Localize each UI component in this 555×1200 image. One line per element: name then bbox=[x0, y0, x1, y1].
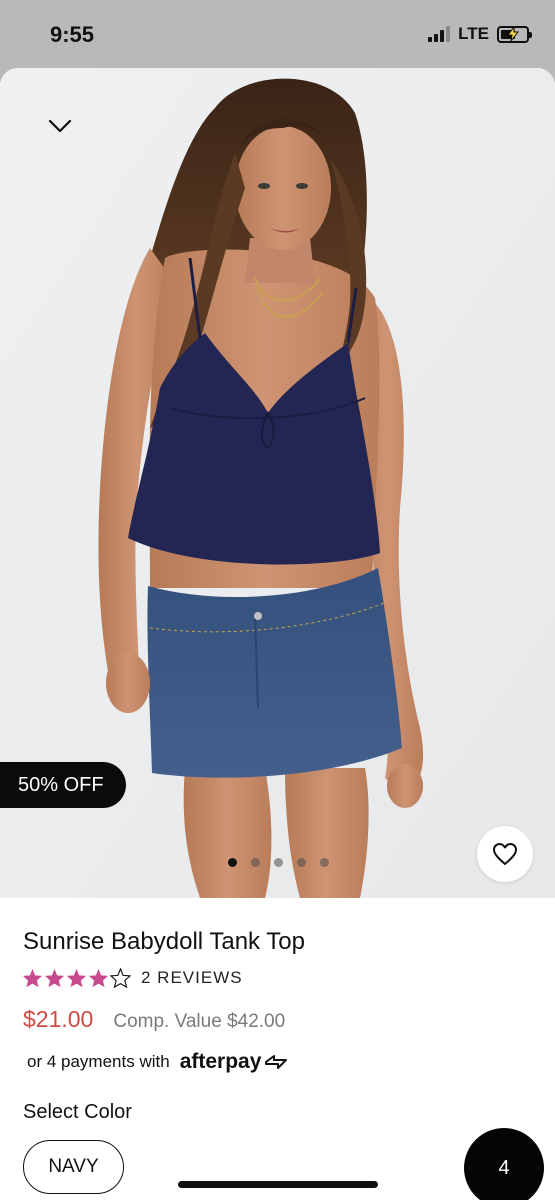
network-label: LTE bbox=[458, 24, 489, 43]
star-icon bbox=[66, 968, 87, 988]
wishlist-button[interactable] bbox=[477, 826, 533, 882]
reviews-link[interactable]: 2 REVIEWS bbox=[141, 968, 243, 988]
select-color-label: Select Color bbox=[23, 1101, 132, 1123]
product-image[interactable]: 50% OFF bbox=[0, 68, 555, 898]
star-icon bbox=[44, 968, 65, 988]
cart-count: 4 bbox=[498, 1156, 510, 1179]
signal-icon bbox=[428, 26, 451, 42]
carousel-dot[interactable] bbox=[251, 858, 260, 867]
carousel-dot[interactable] bbox=[228, 858, 237, 867]
afterpay-logo: afterpay bbox=[180, 1050, 290, 1074]
comp-value: Comp. Value $42.00 bbox=[113, 1011, 286, 1032]
afterpay-text: or 4 payments with bbox=[27, 1052, 170, 1071]
status-indicators: LTE bbox=[428, 24, 532, 44]
carousel-dot[interactable] bbox=[274, 858, 283, 867]
chevron-down-icon bbox=[48, 119, 72, 133]
afterpay-logo-text: afterpay bbox=[179, 1050, 262, 1073]
price-row: $21.00 Comp. Value $42.00 bbox=[23, 1006, 285, 1033]
status-time: 9:55 bbox=[50, 22, 95, 47]
heart-icon bbox=[493, 843, 517, 865]
home-indicator[interactable] bbox=[178, 1181, 378, 1188]
battery-icon bbox=[497, 25, 532, 43]
carousel-dot[interactable] bbox=[320, 858, 329, 867]
product-title: Sunrise Babydoll Tank Top bbox=[23, 928, 305, 955]
close-button[interactable] bbox=[42, 112, 78, 140]
carousel-dot[interactable] bbox=[297, 858, 306, 867]
rating-row[interactable]: 2 REVIEWS bbox=[22, 968, 243, 988]
discount-badge: 50% OFF bbox=[0, 762, 126, 808]
color-option-navy[interactable]: NAVY bbox=[23, 1140, 124, 1194]
carousel-dots bbox=[228, 858, 329, 867]
star-empty-icon bbox=[110, 968, 131, 988]
star-icon bbox=[88, 968, 109, 988]
product-info: Sunrise Babydoll Tank Top 2 REVIEWS $21.… bbox=[0, 898, 555, 1200]
sale-price: $21.00 bbox=[23, 1006, 94, 1032]
afterpay-arrows-icon bbox=[265, 1055, 288, 1069]
star-rating bbox=[22, 968, 131, 988]
product-sheet: 50% OFF Sunrise Babydoll Tank Top 2 REVI… bbox=[0, 68, 555, 1200]
cart-button[interactable]: 4 bbox=[464, 1128, 544, 1200]
star-icon bbox=[22, 968, 43, 988]
status-bar: 9:55 LTE bbox=[0, 0, 555, 68]
afterpay-row[interactable]: or 4 payments with afterpay bbox=[27, 1050, 289, 1074]
